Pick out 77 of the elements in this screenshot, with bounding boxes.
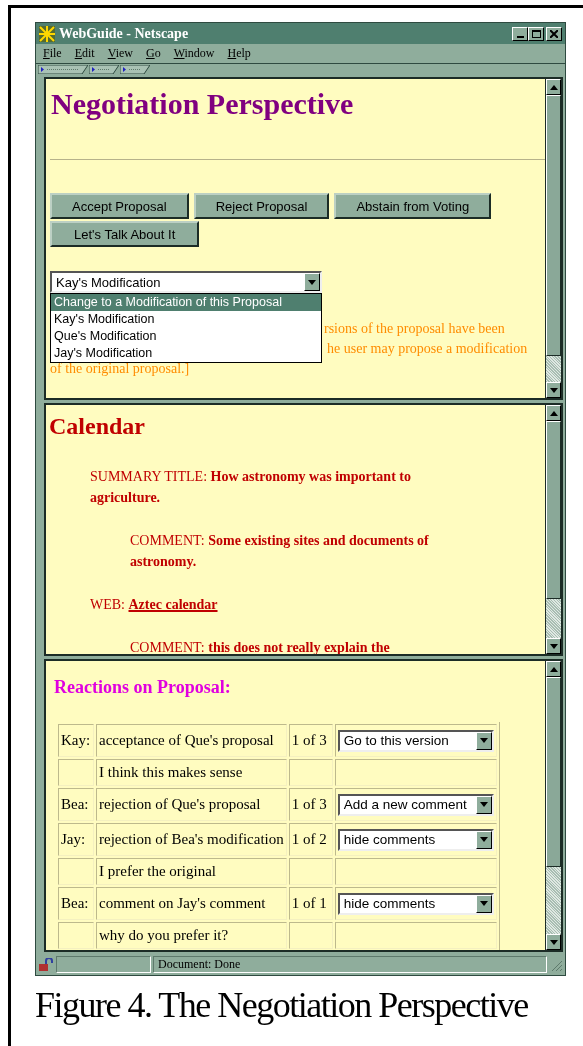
scroll-down-button[interactable] <box>546 638 561 654</box>
table-cell: rejection of Bea's modification <box>99 831 284 847</box>
menu-item[interactable]: View <box>107 46 133 61</box>
action-select[interactable]: Go to this version <box>337 729 494 752</box>
down-arrow-icon <box>549 643 558 649</box>
menu-item[interactable]: File <box>43 46 62 61</box>
menu-item[interactable]: Help <box>227 46 251 61</box>
scroll-up-button[interactable] <box>546 405 561 421</box>
down-arrow-icon <box>308 279 316 285</box>
padlock-icon <box>38 957 54 972</box>
window-title: WebGuide - Netscape <box>59 25 190 42</box>
down-arrow-icon <box>479 837 488 842</box>
status-text: Document: Done <box>153 956 547 973</box>
down-arrow-icon <box>479 738 488 743</box>
menu-item[interactable]: Edit <box>74 46 95 61</box>
note-text: rsions of the proposal have been <box>324 320 505 338</box>
scroll-up-button[interactable] <box>546 79 561 95</box>
dropdown-option[interactable]: Change to a Modification of this Proposal <box>51 294 321 311</box>
maximize-icon <box>531 29 541 38</box>
table-cell: Bea: <box>61 796 89 812</box>
minimize-button[interactable] <box>512 26 528 41</box>
toolbar-tab-icon[interactable] <box>120 65 150 74</box>
table-cell: I prefer the original <box>99 863 217 879</box>
scroll-up-button[interactable] <box>546 661 561 677</box>
entry-label: WEB: <box>90 597 125 612</box>
table-cell: 1 of 1 <box>291 895 327 911</box>
minimize-icon <box>516 35 524 38</box>
entry-text: COMMENT: Some existing sites and documents of astronomy. <box>130 532 430 571</box>
close-icon <box>550 29 558 38</box>
action-select[interactable]: hide comments <box>337 892 494 915</box>
table-cell: Kay: <box>61 732 91 748</box>
figure-caption: Figure 4. The Negotiation Perspective <box>35 984 529 1026</box>
table-cell: Bea: <box>61 895 89 911</box>
up-arrow-icon <box>549 84 558 90</box>
scrollbar[interactable] <box>545 661 561 950</box>
action-button[interactable]: Reject Proposal <box>193 193 330 219</box>
link[interactable]: Aztec calendar <box>128 597 218 612</box>
scroll-thumb[interactable] <box>546 677 561 867</box>
action-button[interactable]: Let's Talk About It <box>50 221 200 247</box>
table-cell: comment on Jay's comment <box>99 895 266 911</box>
table-cell: why do you prefer it? <box>99 927 229 943</box>
action-select[interactable]: Add a new comment <box>337 793 494 816</box>
table-cell: 1 of 3 <box>291 732 327 748</box>
table-cell: rejection of Que's proposal <box>99 796 261 812</box>
action-select[interactable]: hide comments <box>337 828 494 851</box>
down-arrow-icon <box>549 939 558 945</box>
up-arrow-icon <box>549 410 558 416</box>
table-cell: Jay: <box>61 831 86 847</box>
down-arrow-icon <box>479 901 488 906</box>
section-heading: Reactions on Proposal: <box>54 677 232 698</box>
toolbar-tab-icon[interactable] <box>38 65 88 74</box>
table-cell: 1 of 2 <box>291 831 327 847</box>
close-button[interactable] <box>546 26 562 41</box>
scrollbar[interactable] <box>545 79 561 398</box>
table-cell: acceptance of Que's proposal <box>99 732 274 748</box>
up-arrow-icon <box>549 666 558 672</box>
scroll-thumb[interactable] <box>546 95 561 357</box>
table-cell: 1 of 3 <box>291 796 327 812</box>
action-button[interactable]: Accept Proposal <box>50 193 189 219</box>
scrollbar[interactable] <box>545 405 561 654</box>
down-arrow-icon <box>549 387 558 393</box>
toolbar-tab-icon[interactable] <box>89 65 119 74</box>
scroll-down-button[interactable] <box>546 382 561 398</box>
page-heading: Negotiation Perspective <box>51 87 355 121</box>
section-heading: Calendar <box>49 413 146 440</box>
action-button[interactable]: Abstain from Voting <box>334 193 492 219</box>
menu-item[interactable]: Window <box>173 46 215 61</box>
note-text: of the original proposal.] <box>50 360 190 378</box>
menu-item[interactable]: Go <box>146 46 161 61</box>
down-arrow-icon <box>479 802 488 807</box>
modification-select[interactable]: Kay's Modification <box>50 271 322 293</box>
table-cell: I think this makes sense <box>99 764 243 780</box>
note-text: he user may propose a modification <box>327 340 528 358</box>
scroll-down-button[interactable] <box>546 934 561 950</box>
entry-text: SUMMARY TITLE: How astronomy was important to agriculture. <box>90 468 412 507</box>
maximize-button[interactable] <box>528 26 544 41</box>
scroll-thumb[interactable] <box>546 421 561 599</box>
